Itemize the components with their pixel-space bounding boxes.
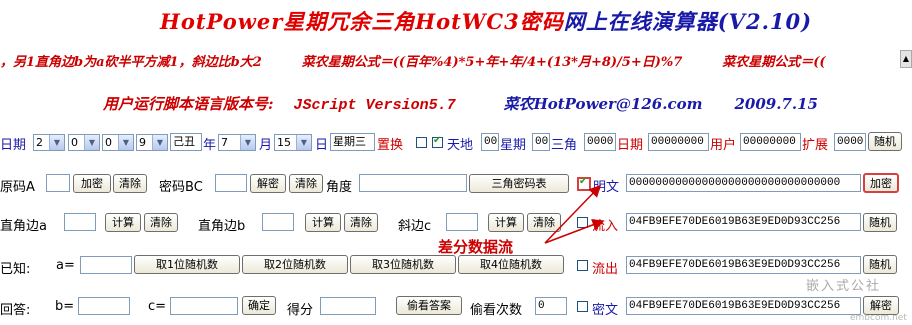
random-button-3[interactable]: 随机: [863, 255, 897, 274]
b-value-input[interactable]: [78, 297, 130, 315]
random-4-digit-button[interactable]: 取4位随机数: [458, 255, 564, 274]
confirm-button[interactable]: 确定: [242, 296, 276, 315]
a-value-input[interactable]: [80, 256, 132, 274]
peek-count-field[interactable]: 0: [535, 297, 567, 315]
random-1-digit-button[interactable]: 取1位随机数: [134, 255, 240, 274]
score-label: 得分: [287, 303, 314, 318]
arrow-to-plaintext: [544, 184, 602, 244]
random-2-digit-button[interactable]: 取2位随机数: [242, 255, 348, 274]
c-value-input[interactable]: [170, 297, 238, 315]
outflow-label: 流出: [592, 262, 619, 277]
diff-dataflow-annotation: 差分数据流: [438, 238, 514, 256]
b-equals-label: b=: [55, 299, 75, 314]
watermark-url: embcom.net: [850, 313, 907, 323]
outflow-field[interactable]: 04FB9EFE70DE6019B63E9ED0D93CC256: [626, 256, 861, 274]
annotation-arrows: [544, 184, 605, 244]
arrow-to-inflow: [544, 219, 605, 244]
peek-count-label: 偷看次数: [470, 303, 523, 318]
watermark-text: 嵌入式公社: [806, 279, 882, 294]
score-field[interactable]: [320, 297, 376, 315]
ciphertext-label: 密文: [592, 303, 619, 318]
ciphertext-field[interactable]: 04FB9EFE70DE6019B63E9ED0D93CC256: [626, 297, 861, 315]
known-label: 已知:: [0, 262, 31, 277]
answer-label: 回答:: [0, 303, 31, 318]
a-equals-label: a=: [56, 258, 75, 273]
outflow-checkbox[interactable]: [577, 260, 588, 271]
peek-answer-button[interactable]: 偷看答案: [396, 296, 462, 315]
c-equals-label: c=: [148, 299, 167, 314]
random-3-digit-button[interactable]: 取3位随机数: [350, 255, 456, 274]
ciphertext-checkbox[interactable]: [577, 301, 588, 312]
